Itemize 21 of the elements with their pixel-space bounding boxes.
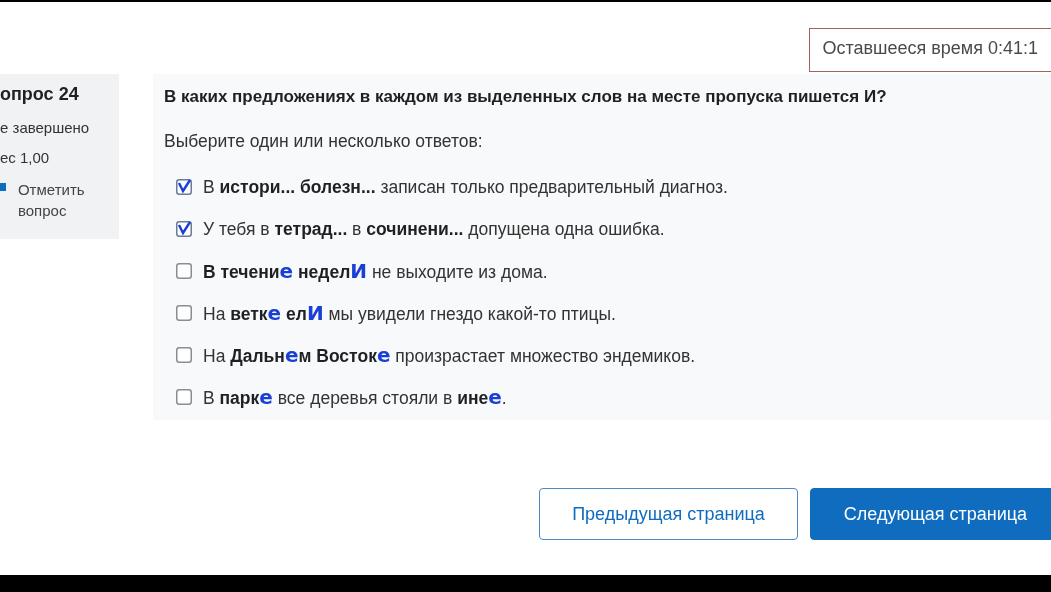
status-label: е завершено	[0, 119, 91, 136]
instruction-text: Выберите один или несколько ответов:	[164, 131, 484, 152]
timer-label: Оставшееся время 0:41:1	[809, 28, 1051, 72]
checkbox[interactable]	[176, 263, 192, 279]
checkbox[interactable]	[176, 347, 192, 363]
question-text: В каких предложениях в каждом из выделенных слов на месте пропуска пишется И?	[164, 87, 888, 107]
checkbox[interactable]	[176, 221, 192, 237]
answer-option: В истори... болезн... записан только предварительный диагноз.	[203, 176, 728, 198]
previous-page-button[interactable]: Предыдущая страница	[539, 488, 798, 540]
question-number: опрос 24	[0, 84, 80, 105]
grade-label: ес 1,00	[0, 149, 51, 166]
next-page-button[interactable]: Следующая страница	[810, 488, 1051, 540]
answer-option: На Дальнем Востоке произрастает множество эндемиков.	[203, 343, 696, 367]
answer-option: В парке все деревья стояли в инее.	[203, 385, 507, 409]
checkbox[interactable]	[176, 179, 192, 195]
answer-option: На ветке елИ мы увидели гнездо какой-то птицы.	[203, 301, 616, 325]
flag-link[interactable]: Отметить вопрос	[17, 179, 119, 221]
checkbox[interactable]	[176, 305, 192, 321]
answer-option: У тебя в тетрад... в сочинени... допущена одна ошибка.	[203, 218, 665, 240]
checkbox[interactable]	[176, 389, 192, 405]
answer-option: В течение неделИ не выходите из дома.	[203, 259, 548, 283]
